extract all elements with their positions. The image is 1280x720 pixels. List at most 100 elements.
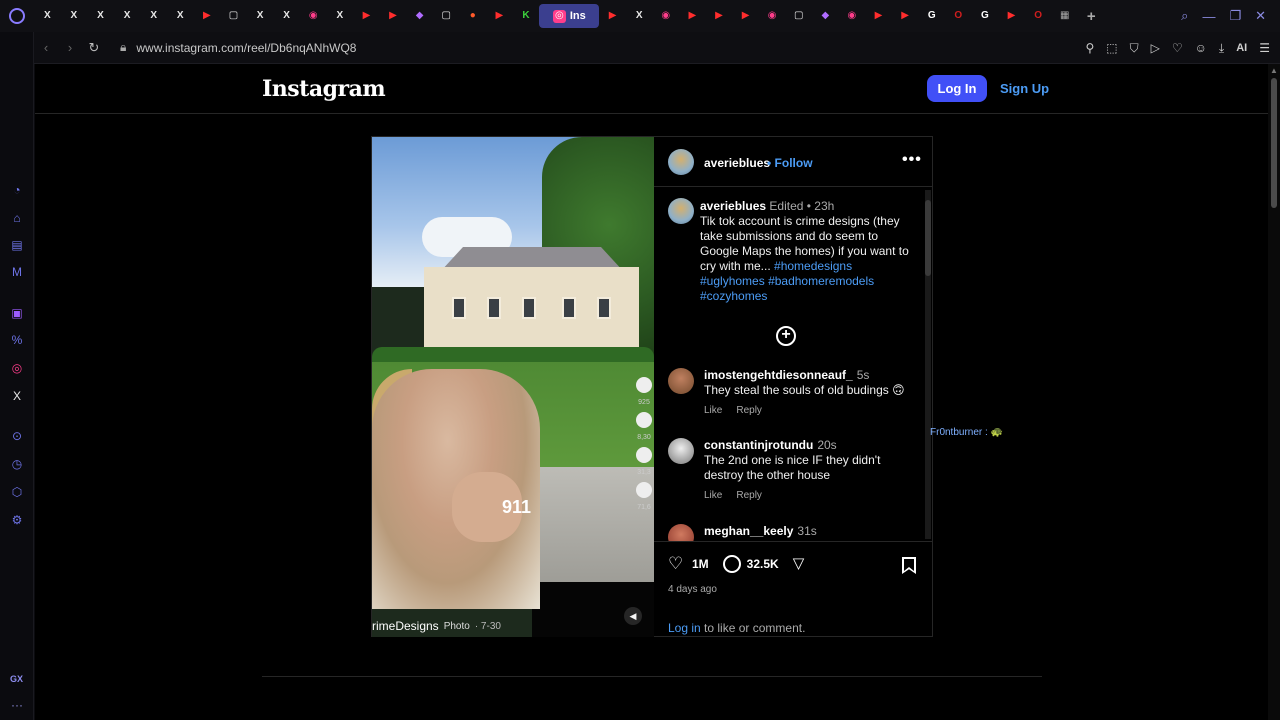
player-icon[interactable]: ⊙: [9, 428, 25, 444]
restore-icon[interactable]: ❐: [1229, 8, 1241, 24]
play-icon[interactable]: ▷: [1151, 41, 1160, 55]
floating-user-tag[interactable]: Fr0ntburner : 🐢: [930, 427, 1003, 438]
browser-tab[interactable]: ▢: [433, 0, 460, 32]
comment-author[interactable]: imostengehtdiesonneauf_: [704, 368, 853, 382]
browser-tab[interactable]: ▶: [865, 0, 892, 32]
comment-username[interactable]: constantinjrotundu 20s: [704, 438, 837, 452]
messenger-icon[interactable]: M: [9, 264, 25, 280]
snapshot-icon[interactable]: ⬚: [1106, 41, 1117, 55]
back-button[interactable]: ‹: [34, 40, 58, 55]
new-tab-button[interactable]: +: [1078, 0, 1105, 32]
browser-tab[interactable]: ▶: [679, 0, 706, 32]
gx-label[interactable]: GX: [10, 674, 23, 684]
browser-tab[interactable]: X: [114, 0, 141, 32]
browser-tab[interactable]: ▶: [353, 0, 380, 32]
browser-tab[interactable]: ▶: [194, 0, 221, 32]
history-icon[interactable]: ◷: [9, 456, 25, 472]
page-scrollbar[interactable]: ▲: [1268, 64, 1280, 720]
url-field[interactable]: www.instagram.com/reel/Db6nqANhWQ8: [136, 41, 356, 55]
comment-avatar[interactable]: [668, 368, 694, 394]
shopping-icon[interactable]: ⌂: [9, 210, 25, 226]
tab-active-instagram[interactable]: ◎ Ins: [539, 4, 600, 28]
comment-icon[interactable]: [722, 555, 741, 573]
like-comment-button[interactable]: Like: [704, 405, 722, 416]
load-more-comments-icon[interactable]: +: [776, 326, 796, 346]
browser-tab[interactable]: ▶: [892, 0, 919, 32]
follow-button[interactable]: • Follow: [767, 156, 813, 170]
browser-tab[interactable]: ◉: [300, 0, 327, 32]
browser-tab[interactable]: ▦: [1051, 0, 1078, 32]
browser-tab[interactable]: ◉: [652, 0, 679, 32]
comment-author[interactable]: constantinjrotundu: [704, 438, 813, 452]
browser-tab[interactable]: X: [626, 0, 653, 32]
twitch-icon[interactable]: ▣: [9, 305, 25, 321]
opera-gx-logo-icon[interactable]: [0, 0, 34, 32]
browser-tab[interactable]: ▶: [599, 0, 626, 32]
share-icon[interactable]: ▽: [793, 555, 811, 573]
percent-icon[interactable]: %: [9, 332, 25, 348]
settings-icon[interactable]: ⚙: [9, 512, 25, 528]
browser-tab[interactable]: X: [273, 0, 300, 32]
sidebar-more-icon[interactable]: ···: [11, 698, 23, 712]
like-count[interactable]: 1M: [692, 557, 709, 571]
comments-scrollbar[interactable]: [925, 190, 931, 539]
browser-tab[interactable]: O: [945, 0, 972, 32]
browser-tab[interactable]: X: [247, 0, 274, 32]
comment-username[interactable]: meghan__keely 31s: [704, 524, 817, 538]
speed-dial-icon[interactable]: ◔: [9, 182, 25, 198]
extensions-icon[interactable]: ⬡: [9, 484, 25, 500]
browser-tab[interactable]: ▶: [732, 0, 759, 32]
browser-tab[interactable]: ▶: [380, 0, 407, 32]
browser-tab[interactable]: ◉: [759, 0, 786, 32]
comment-author[interactable]: meghan__keely: [704, 524, 793, 538]
browser-tab[interactable]: X: [34, 0, 61, 32]
more-options-icon[interactable]: •••: [902, 151, 922, 169]
login-button[interactable]: Log In: [927, 75, 987, 102]
browser-tab[interactable]: ▶: [486, 0, 513, 32]
instagram-icon[interactable]: ◎: [9, 360, 25, 376]
download-icon[interactable]: ⤓: [1219, 41, 1224, 56]
heart-icon[interactable]: ♡: [1172, 41, 1183, 55]
menu-icon[interactable]: ☰: [1259, 41, 1270, 55]
comments-panel[interactable]: averieblues Edited • 23h Tik tok account…: [654, 188, 933, 541]
caption-username[interactable]: averieblues: [700, 199, 766, 213]
comment-avatar[interactable]: [668, 524, 694, 541]
browser-tab[interactable]: X: [61, 0, 88, 32]
comments-scroll-thumb[interactable]: [925, 200, 931, 276]
ai-button[interactable]: AI: [1236, 42, 1247, 54]
hashtag-link[interactable]: #uglyhomes: [700, 274, 765, 288]
browser-tab[interactable]: X: [87, 0, 114, 32]
hashtag-link[interactable]: #cozyhomes: [700, 289, 767, 303]
browser-tab[interactable]: X: [167, 0, 194, 32]
browser-tab[interactable]: X: [327, 0, 354, 32]
like-comment-button[interactable]: Like: [704, 490, 722, 501]
browser-tab[interactable]: O: [1025, 0, 1052, 32]
browser-tab[interactable]: ◆: [406, 0, 433, 32]
comment-avatar[interactable]: [668, 438, 694, 464]
browser-tab[interactable]: X: [140, 0, 167, 32]
browser-tab[interactable]: G: [918, 0, 945, 32]
lock-icon[interactable]: 🔒︎: [120, 40, 126, 55]
reply-comment-button[interactable]: Reply: [736, 405, 762, 416]
cards-icon[interactable]: ▤: [9, 237, 25, 253]
browser-tab[interactable]: G: [972, 0, 999, 32]
browser-tab[interactable]: ▶: [706, 0, 733, 32]
reload-button[interactable]: ↻: [82, 40, 106, 56]
instagram-logo[interactable]: Instagram: [262, 76, 386, 102]
signup-button[interactable]: Sign Up: [1000, 81, 1049, 96]
browser-tab[interactable]: ●: [460, 0, 487, 32]
search-tabs-icon[interactable]: ⌕: [1181, 8, 1188, 24]
browser-tab[interactable]: ▢: [785, 0, 812, 32]
follow-label[interactable]: Follow: [775, 156, 813, 170]
scroll-up-icon[interactable]: ▲: [1270, 66, 1278, 75]
post-media[interactable]: 911 925 8,30 31,3 71,6 ◀ rimeDesigns Pho…: [372, 137, 654, 637]
page-scroll-thumb[interactable]: [1271, 78, 1277, 208]
close-window-icon[interactable]: ✕: [1255, 8, 1266, 24]
pin-icon[interactable]: ⚲: [1086, 41, 1095, 55]
author-avatar[interactable]: [668, 149, 694, 175]
shield-icon[interactable]: ⛉: [1130, 41, 1139, 56]
x-icon[interactable]: X: [9, 388, 25, 404]
browser-tab[interactable]: ▶: [998, 0, 1025, 32]
browser-tab[interactable]: ◉: [839, 0, 866, 32]
hashtag-link[interactable]: #badhomeremodels: [768, 274, 874, 288]
